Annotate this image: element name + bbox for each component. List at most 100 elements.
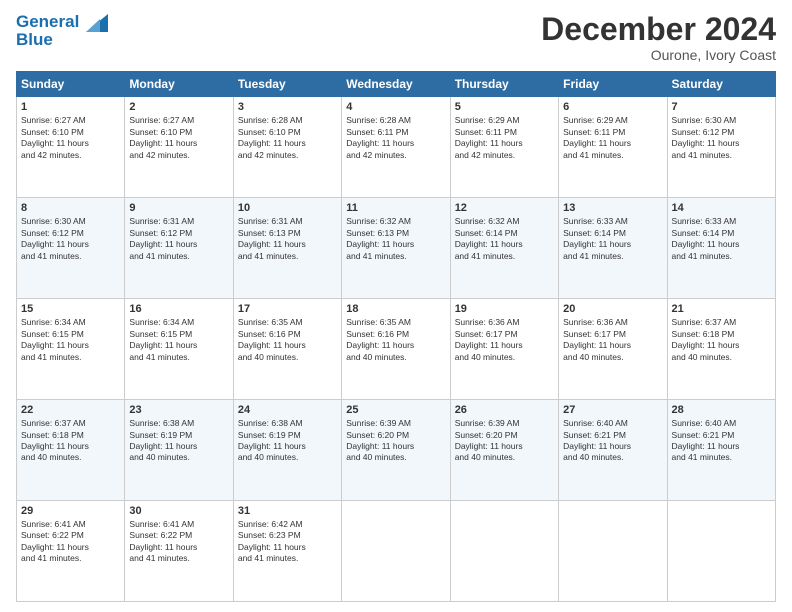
calendar-cell: 3Sunrise: 6:28 AMSunset: 6:10 PMDaylight… xyxy=(233,97,341,198)
calendar-cell: 7Sunrise: 6:30 AMSunset: 6:12 PMDaylight… xyxy=(667,97,775,198)
day-number: 26 xyxy=(455,404,554,416)
calendar-cell: 18Sunrise: 6:35 AMSunset: 6:16 PMDayligh… xyxy=(342,299,450,400)
logo-blue: Blue xyxy=(16,30,108,50)
calendar-cell: 21 Sunrise: 6:37 AMSunset: 6:18 PMDayligh… xyxy=(667,299,775,400)
calendar-cell: 26 Sunrise: 6:39 AMSunset: 6:20 PMDayligh… xyxy=(450,400,558,501)
day-info: Sunrise: 6:36 AMSunset: 6:17 PMDaylight:… xyxy=(455,317,554,363)
logo-icon xyxy=(86,14,108,32)
col-sunday: Sunday xyxy=(17,72,125,97)
calendar-cell: 24 Sunrise: 6:38 AMSunset: 6:19 PMDayligh… xyxy=(233,400,341,501)
day-number: 8 xyxy=(21,202,120,214)
day-number: 24 xyxy=(238,404,337,416)
title-block: December 2024 Ourone, Ivory Coast xyxy=(541,12,776,63)
day-number: 16 xyxy=(129,303,228,315)
day-info: Sunrise: 6:37 AMSunset: 6:18 PMDaylight:… xyxy=(672,317,771,363)
location: Ourone, Ivory Coast xyxy=(541,47,776,63)
calendar-cell: 5 Sunrise: 6:29 AMSunset: 6:11 PMDaylight… xyxy=(450,97,558,198)
calendar-cell: 14 Sunrise: 6:33 AMSunset: 6:14 PMDayligh… xyxy=(667,198,775,299)
day-number: 5 xyxy=(455,101,554,113)
day-number: 14 xyxy=(672,202,771,214)
day-number: 31 xyxy=(238,505,337,517)
calendar-cell: 4Sunrise: 6:28 AMSunset: 6:11 PMDaylight… xyxy=(342,97,450,198)
col-friday: Friday xyxy=(559,72,667,97)
day-info: Sunrise: 6:38 AMSunset: 6:19 PMDaylight:… xyxy=(238,418,337,464)
day-number: 2 xyxy=(129,101,228,113)
day-info: Sunrise: 6:32 AMSunset: 6:14 PMDaylight:… xyxy=(455,216,554,262)
day-number: 1 xyxy=(21,101,120,113)
calendar-cell: 10Sunrise: 6:31 AMSunset: 6:13 PMDayligh… xyxy=(233,198,341,299)
col-tuesday: Tuesday xyxy=(233,72,341,97)
calendar-cell xyxy=(667,501,775,602)
day-info: Sunrise: 6:39 AMSunset: 6:20 PMDaylight:… xyxy=(346,418,445,464)
day-number: 15 xyxy=(21,303,120,315)
calendar-cell: 11 Sunrise: 6:32 AMSunset: 6:13 PMDayligh… xyxy=(342,198,450,299)
col-thursday: Thursday xyxy=(450,72,558,97)
calendar-cell: 6Sunrise: 6:29 AMSunset: 6:11 PMDaylight… xyxy=(559,97,667,198)
calendar-cell: 1Sunrise: 6:27 AMSunset: 6:10 PMDaylight… xyxy=(17,97,125,198)
day-number: 28 xyxy=(672,404,771,416)
calendar-cell: 17Sunrise: 6:35 AMSunset: 6:16 PMDayligh… xyxy=(233,299,341,400)
calendar-cell: 8 Sunrise: 6:30 AMSunset: 6:12 PMDaylight… xyxy=(17,198,125,299)
day-number: 29 xyxy=(21,505,120,517)
day-info: Sunrise: 6:31 AMSunset: 6:13 PMDaylight:… xyxy=(238,216,337,262)
calendar-cell: 12 Sunrise: 6:32 AMSunset: 6:14 PMDayligh… xyxy=(450,198,558,299)
calendar-cell: 19Sunrise: 6:36 AMSunset: 6:17 PMDayligh… xyxy=(450,299,558,400)
calendar-cell xyxy=(450,501,558,602)
day-info: Sunrise: 6:34 AMSunset: 6:15 PMDaylight:… xyxy=(129,317,228,363)
calendar-header-row: Sunday Monday Tuesday Wednesday Thursday… xyxy=(17,72,776,97)
day-info: Sunrise: 6:33 AMSunset: 6:14 PMDaylight:… xyxy=(563,216,662,262)
day-number: 17 xyxy=(238,303,337,315)
calendar-cell xyxy=(342,501,450,602)
calendar-week-2: 8 Sunrise: 6:30 AMSunset: 6:12 PMDaylight… xyxy=(17,198,776,299)
month-title: December 2024 xyxy=(541,12,776,47)
day-number: 13 xyxy=(563,202,662,214)
day-number: 27 xyxy=(563,404,662,416)
day-info: Sunrise: 6:29 AMSunset: 6:11 PMDaylight:… xyxy=(563,115,662,161)
logo: General Blue xyxy=(16,12,108,50)
day-number: 21 xyxy=(672,303,771,315)
day-info: Sunrise: 6:38 AMSunset: 6:19 PMDaylight:… xyxy=(129,418,228,464)
day-number: 3 xyxy=(238,101,337,113)
day-info: Sunrise: 6:42 AMSunset: 6:23 PMDaylight:… xyxy=(238,519,337,565)
calendar-table: Sunday Monday Tuesday Wednesday Thursday… xyxy=(16,71,776,602)
calendar-cell: 22 Sunrise: 6:37 AMSunset: 6:18 PMDayligh… xyxy=(17,400,125,501)
day-info: Sunrise: 6:29 AMSunset: 6:11 PMDaylight:… xyxy=(455,115,554,161)
col-saturday: Saturday xyxy=(667,72,775,97)
day-info: Sunrise: 6:35 AMSunset: 6:16 PMDaylight:… xyxy=(346,317,445,363)
day-info: Sunrise: 6:40 AMSunset: 6:21 PMDaylight:… xyxy=(672,418,771,464)
page: General Blue December 2024 Ourone, Ivory… xyxy=(0,0,792,612)
day-number: 25 xyxy=(346,404,445,416)
day-info: Sunrise: 6:31 AMSunset: 6:12 PMDaylight:… xyxy=(129,216,228,262)
calendar-cell: 23 Sunrise: 6:38 AMSunset: 6:19 PMDayligh… xyxy=(125,400,233,501)
day-info: Sunrise: 6:33 AMSunset: 6:14 PMDaylight:… xyxy=(672,216,771,262)
calendar-cell: 20 Sunrise: 6:36 AMSunset: 6:17 PMDayligh… xyxy=(559,299,667,400)
logo-text: General xyxy=(16,12,108,32)
day-info: Sunrise: 6:30 AMSunset: 6:12 PMDaylight:… xyxy=(21,216,120,262)
day-info: Sunrise: 6:34 AMSunset: 6:15 PMDaylight:… xyxy=(21,317,120,363)
day-info: Sunrise: 6:41 AMSunset: 6:22 PMDaylight:… xyxy=(21,519,120,565)
day-info: Sunrise: 6:37 AMSunset: 6:18 PMDaylight:… xyxy=(21,418,120,464)
day-info: Sunrise: 6:39 AMSunset: 6:20 PMDaylight:… xyxy=(455,418,554,464)
day-number: 30 xyxy=(129,505,228,517)
calendar-cell: 15 Sunrise: 6:34 AMSunset: 6:15 PMDayligh… xyxy=(17,299,125,400)
calendar-cell: 13 Sunrise: 6:33 AMSunset: 6:14 PMDayligh… xyxy=(559,198,667,299)
day-info: Sunrise: 6:36 AMSunset: 6:17 PMDaylight:… xyxy=(563,317,662,363)
calendar-cell xyxy=(559,501,667,602)
calendar-cell: 27 Sunrise: 6:40 AMSunset: 6:21 PMDayligh… xyxy=(559,400,667,501)
calendar-week-1: 1Sunrise: 6:27 AMSunset: 6:10 PMDaylight… xyxy=(17,97,776,198)
day-info: Sunrise: 6:40 AMSunset: 6:21 PMDaylight:… xyxy=(563,418,662,464)
calendar-cell: 29 Sunrise: 6:41 AMSunset: 6:22 PMDayligh… xyxy=(17,501,125,602)
day-info: Sunrise: 6:32 AMSunset: 6:13 PMDaylight:… xyxy=(346,216,445,262)
day-number: 11 xyxy=(346,202,445,214)
day-number: 12 xyxy=(455,202,554,214)
col-monday: Monday xyxy=(125,72,233,97)
day-info: Sunrise: 6:41 AMSunset: 6:22 PMDaylight:… xyxy=(129,519,228,565)
calendar-cell: 31 Sunrise: 6:42 AMSunset: 6:23 PMDayligh… xyxy=(233,501,341,602)
day-number: 23 xyxy=(129,404,228,416)
calendar-cell: 2Sunrise: 6:27 AMSunset: 6:10 PMDaylight… xyxy=(125,97,233,198)
header: General Blue December 2024 Ourone, Ivory… xyxy=(16,12,776,63)
day-number: 7 xyxy=(672,101,771,113)
day-number: 22 xyxy=(21,404,120,416)
day-number: 20 xyxy=(563,303,662,315)
calendar-cell: 28 Sunrise: 6:40 AMSunset: 6:21 PMDayligh… xyxy=(667,400,775,501)
